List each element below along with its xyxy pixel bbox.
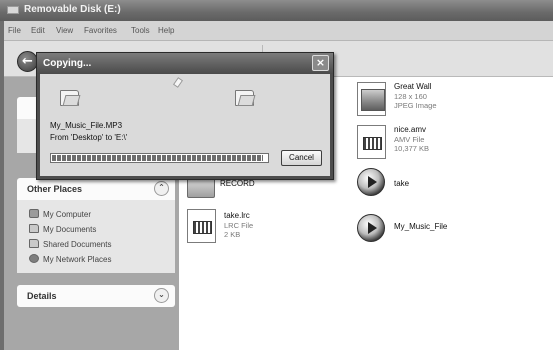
file-type: JPEG Image — [394, 101, 437, 110]
menu-edit[interactable]: Edit — [31, 26, 45, 35]
place-my-documents[interactable]: My Documents — [29, 224, 96, 236]
other-places-title: Other Places — [27, 184, 83, 194]
file-name-great-wall[interactable]: Great Wall — [394, 82, 432, 91]
file-name-my-music[interactable]: My_Music_File — [394, 222, 447, 231]
flying-document-icon — [172, 77, 184, 88]
explorer-window: Removable Disk (E:) File Edit View Favor… — [0, 0, 553, 350]
media-file-icon[interactable] — [357, 168, 385, 196]
chevron-up-icon[interactable]: ⌃ — [154, 181, 169, 196]
amv-file-icon[interactable] — [357, 125, 386, 159]
file-size: 10,377 KB — [394, 144, 430, 153]
shared-folder-icon — [29, 239, 39, 248]
menu-favorites[interactable]: Favorites — [84, 26, 117, 35]
destination-folder-icon — [235, 90, 254, 106]
copying-dialog: Copying... × My_Music_File.MP3 From 'Des… — [36, 52, 334, 180]
title-bar[interactable]: Removable Disk (E:) — [0, 0, 553, 21]
cancel-button[interactable]: Cancel — [281, 150, 322, 166]
place-label: Shared Documents — [43, 240, 112, 249]
menu-view[interactable]: View — [56, 26, 73, 35]
place-label: My Documents — [43, 225, 97, 234]
media-file-icon[interactable] — [357, 214, 385, 242]
dialog-title: Copying... — [43, 58, 92, 69]
network-icon — [29, 254, 39, 263]
file-size: 2 KB — [224, 230, 241, 239]
other-places-header[interactable]: Other Places ⌃ — [17, 178, 175, 200]
menu-help[interactable]: Help — [158, 26, 174, 35]
window-title: Removable Disk (E:) — [24, 4, 121, 15]
menu-tools[interactable]: Tools — [131, 26, 150, 35]
file-name-nice-amv[interactable]: nice.amv — [394, 125, 426, 134]
lrc-file-icon[interactable] — [187, 209, 216, 243]
dialog-body: My_Music_File.MP3 From 'Desktop' to 'E:\… — [40, 74, 330, 176]
back-arrow-icon[interactable]: ← — [17, 51, 38, 72]
computer-icon — [29, 209, 39, 218]
folder-name-record[interactable]: RECORD — [220, 179, 255, 188]
source-folder-icon — [60, 90, 79, 106]
place-label: My Network Places — [43, 255, 112, 264]
progress-fill — [52, 155, 263, 161]
file-name-take-lrc[interactable]: take.lrc — [224, 211, 250, 220]
details-header[interactable]: Details ⌄ — [17, 285, 175, 307]
place-my-computer[interactable]: My Computer — [29, 209, 91, 221]
menu-file[interactable]: File — [8, 26, 21, 35]
file-name-take[interactable]: take — [394, 179, 409, 188]
dialog-title-bar[interactable]: Copying... × — [37, 53, 333, 74]
copy-progress-bar — [50, 153, 269, 163]
copying-file-name: My_Music_File.MP3 — [50, 121, 123, 130]
menu-bar: File Edit View Favorites Tools Help — [4, 21, 553, 41]
jpeg-file-icon[interactable] — [357, 82, 386, 116]
drive-icon — [7, 6, 19, 14]
other-places-body: My Computer My Documents Shared Document… — [17, 200, 175, 273]
documents-folder-icon — [29, 224, 39, 233]
chevron-down-icon[interactable]: ⌄ — [154, 288, 169, 303]
copy-source-destination: From 'Desktop' to 'E:\' — [50, 133, 128, 142]
place-label: My Computer — [43, 210, 92, 219]
details-title: Details — [27, 291, 57, 301]
place-my-network-places[interactable]: My Network Places — [29, 254, 111, 266]
place-shared-documents[interactable]: Shared Documents — [29, 239, 111, 251]
close-icon[interactable]: × — [312, 55, 329, 71]
